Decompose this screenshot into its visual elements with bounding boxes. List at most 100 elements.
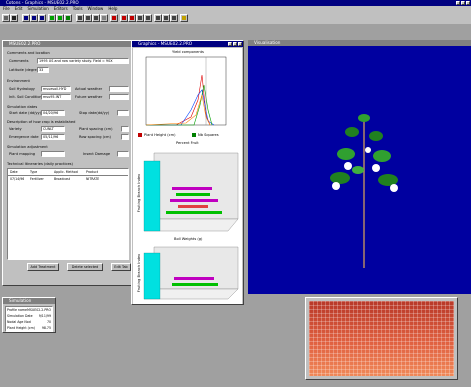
profile-window: MSUE02.2.PRO Comments and location Comme… <box>2 40 132 286</box>
sim-row-label: Simulation Date <box>7 314 33 318</box>
start-date-input[interactable]: 04/20/96 <box>41 110 65 116</box>
help-icon[interactable] <box>180 14 188 22</box>
table-icon[interactable] <box>84 14 92 22</box>
image-icon[interactable] <box>154 14 162 22</box>
chart1-svg <box>145 56 227 126</box>
actual-weather-select[interactable] <box>109 86 129 92</box>
graphics-window-title: Graphics - MSUE02.2.PRO <box>138 41 193 46</box>
cotton-plant-svg <box>330 114 398 268</box>
insect-damage-label: Insect Damage <box>83 152 111 156</box>
add-treatment-button[interactable]: Add Treatment <box>27 263 59 271</box>
chart-icon[interactable] <box>76 14 84 22</box>
chart2-ylabel: Fruiting Branch Index <box>137 173 142 213</box>
simulation-window: Simulation Profile name MSUE02.2.PRO Sim… <box>2 297 56 333</box>
sim-row-value: MSUE02.2.PRO <box>27 308 51 312</box>
plot-icon[interactable] <box>92 14 100 22</box>
next-icon[interactable] <box>38 14 46 22</box>
profile-window-title-bar: MSUE02.2.PRO <box>3 41 131 47</box>
chart2-row-purple-2 <box>170 199 218 202</box>
export-icon[interactable] <box>144 14 152 22</box>
graphics-minimize-button[interactable] <box>228 42 232 46</box>
plant-leaf <box>369 131 383 141</box>
latitude-label: Latitude (degree) <box>9 68 41 72</box>
chart1-legend-green-swatch <box>192 133 196 137</box>
visualisation-window: Visualisation <box>248 40 471 294</box>
chart2-row-red <box>178 205 208 208</box>
chart2-row-green-2 <box>166 211 222 214</box>
plant-leaf <box>330 172 350 184</box>
alarm-icon[interactable] <box>120 14 128 22</box>
graph-icon[interactable] <box>170 14 178 22</box>
chart2-row-green-1 <box>176 193 210 196</box>
chart2-back-wall <box>153 152 239 220</box>
info-icon[interactable] <box>110 14 118 22</box>
plant-spacing-input[interactable] <box>121 126 129 132</box>
chart3-cyan-bars <box>143 252 161 300</box>
soil-hydrology-select[interactable]: msuesoil.HYD <box>41 86 71 92</box>
insect-damage-input[interactable] <box>117 151 129 157</box>
sim-row-label: Profile name <box>7 308 27 312</box>
table-row-method[interactable]: Broadcast <box>54 177 70 181</box>
variety-select[interactable]: CUNLT <box>41 126 65 132</box>
delete-selected-button[interactable]: Delete selected <box>67 263 103 271</box>
chart1-title: Yield components <box>172 50 204 54</box>
grid-icon[interactable] <box>10 14 18 22</box>
graphics-close-button[interactable] <box>238 42 242 46</box>
sim-row-value: 70 <box>46 320 51 324</box>
close-button[interactable] <box>466 1 470 5</box>
chart3-back-wall <box>153 246 239 290</box>
fast-run-icon[interactable] <box>64 14 72 22</box>
simulation-title: Simulation <box>9 298 32 303</box>
chart3-title: Boll Weights (g) <box>174 237 203 241</box>
prev-icon[interactable] <box>22 14 30 22</box>
plant-mapping-select[interactable] <box>41 151 65 157</box>
row-spacing-input[interactable] <box>121 134 129 140</box>
table-header-type: Type <box>30 170 38 174</box>
soil-heatmap <box>309 301 454 376</box>
latitude-input[interactable]: 33 <box>37 67 49 73</box>
visualisation-title: Visualisation <box>254 40 281 45</box>
chart3-row-purple <box>174 277 214 280</box>
print-icon[interactable] <box>136 14 144 22</box>
plant-leaf <box>352 166 364 174</box>
tree-icon[interactable] <box>100 14 108 22</box>
cotton-boll <box>344 162 352 170</box>
save-icon[interactable] <box>2 14 10 22</box>
plant-leaf <box>373 150 391 162</box>
plant-leaf <box>358 114 370 122</box>
dates-section-label: Simulation dates <box>7 105 38 109</box>
table-row-product[interactable]: NITRATE <box>86 177 99 181</box>
init-soil-select[interactable]: msu95.INT <box>41 94 71 100</box>
future-weather-select[interactable] <box>109 94 129 100</box>
table-header-product: Product <box>86 170 99 174</box>
future-weather-label: Future weather <box>75 95 103 99</box>
plant-mapping-label: Plant mapping <box>9 152 36 156</box>
chart3-row-green <box>172 283 218 286</box>
row-spacing-label: Row spacing (cm) <box>79 135 111 139</box>
graphics-window: Graphics - MSUE02.2.PRO Yield components… <box>131 40 244 305</box>
camera-icon[interactable] <box>162 14 170 22</box>
bar-chart-icon[interactable] <box>128 14 136 22</box>
maximize-button[interactable] <box>461 1 465 5</box>
comments-input[interactable]: 1995 US and row variety study. Field = 9… <box>37 58 129 64</box>
step-icon[interactable] <box>30 14 38 22</box>
emergence-input[interactable]: 05/11/96 <box>41 134 65 140</box>
emergence-label: Emergence date <box>9 135 39 139</box>
chart1-legend-plant-height: Plant Height (cm) <box>144 133 176 137</box>
start-date-label: Start date (dd/yy) <box>9 111 41 115</box>
table-row-date[interactable]: 07/14/96 <box>10 177 24 181</box>
minimize-button[interactable] <box>456 1 460 5</box>
sim-row-label: Plant Height (cm) <box>7 326 35 330</box>
stop-date-input[interactable] <box>117 110 129 116</box>
edit-table-button[interactable]: Edit Tab <box>111 263 131 271</box>
plant-leaf <box>345 127 359 137</box>
comments-label: Comments <box>9 59 29 63</box>
run-icon[interactable] <box>48 14 56 22</box>
simulation-info-panel: Profile name MSUE02.2.PRO Simulation Dat… <box>5 306 53 332</box>
step-run-icon[interactable] <box>56 14 64 22</box>
chart3-ylabel: Fruiting Branch Index <box>137 253 142 293</box>
table-row-type[interactable]: Fertilizer <box>30 177 44 181</box>
graphics-maximize-button[interactable] <box>233 42 237 46</box>
app-title: Cotons - Graphics - MSUE02.2.PRO <box>6 0 79 5</box>
cotton-boll <box>365 147 371 153</box>
